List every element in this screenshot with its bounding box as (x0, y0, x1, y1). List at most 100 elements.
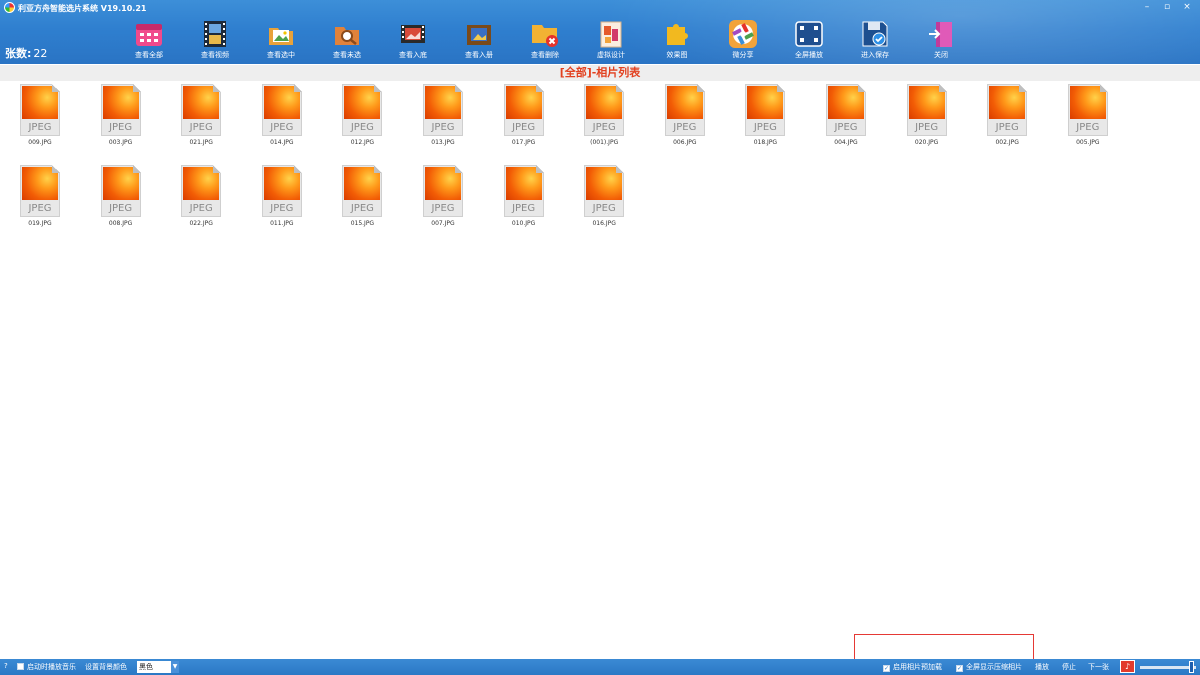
photo-filename: 018.JPG (753, 139, 778, 146)
exit-door-icon (929, 22, 952, 47)
photo-filename: 010.JPG (511, 220, 536, 227)
photo-thumbnail[interactable]: JPEG 012.JPG (322, 84, 402, 154)
photo-count: 张数: 22 (5, 45, 47, 61)
photo-thumbnail[interactable]: JPEG 020.JPG (887, 84, 967, 154)
close-window-button[interactable]: × (1182, 2, 1192, 12)
app-logo-icon (4, 2, 15, 13)
photo-thumbnail[interactable]: JPEG 005.JPG (1048, 84, 1128, 154)
file-type-label: JPEG (109, 122, 133, 133)
micro-share-label: 微分享 (732, 51, 754, 59)
photo-filename: 011.JPG (270, 220, 294, 227)
jpeg-file-icon: JPEG (664, 84, 705, 136)
photo-thumbnail[interactable]: JPEG 006.JPG (645, 84, 725, 154)
folder-delete-icon (532, 25, 558, 47)
restore-button[interactable]: ▫ (1162, 2, 1172, 12)
photo-thumbnail[interactable]: JPEG 016.JPG (564, 165, 644, 235)
close-button[interactable]: 关闭 (909, 16, 973, 62)
search-folder-icon (335, 27, 359, 45)
save-button[interactable]: 进入保存 (843, 16, 907, 62)
view-unselected-label: 查看未选 (333, 51, 361, 59)
view-base-label: 查看入底 (399, 51, 427, 59)
view-album-button[interactable]: 查看入册 (447, 16, 511, 62)
photo-thumbnail[interactable]: JPEG 017.JPG (484, 84, 564, 154)
page-fold (52, 84, 60, 92)
page-fold (535, 165, 544, 173)
photo-thumbnail[interactable]: JPEG 010.JPG (484, 165, 564, 235)
photo-thumbnail[interactable]: JPEG 013.JPG (403, 84, 483, 154)
help-icon[interactable]: ? (4, 662, 8, 670)
film-frame-icon (401, 25, 425, 43)
app-window: 利亚方舟智能选片系统 V19.10.21 – ▫ × 张数: 22 查看全部 查… (0, 0, 1200, 675)
zoom-slider-thumb[interactable] (1189, 661, 1194, 673)
page-fold (616, 84, 625, 92)
page-fold (1099, 84, 1108, 92)
effect-view-button[interactable]: 效果图 (645, 16, 709, 62)
file-type-label: JPEG (189, 122, 213, 133)
jpeg-file-icon: JPEG (906, 84, 947, 136)
jpeg-file-icon: JPEG (584, 84, 625, 136)
page-fold (293, 84, 302, 92)
header: 利亚方舟智能选片系统 V19.10.21 – ▫ × 张数: 22 查看全部 查… (0, 0, 1200, 64)
photo-thumbnail[interactable]: JPEG 022.JPG (161, 165, 241, 235)
file-type-label: JPEG (995, 122, 1019, 133)
view-video-label: 查看视频 (201, 51, 229, 59)
view-selected-button[interactable]: 查看选中 (249, 16, 313, 62)
play-button[interactable]: 播放 (1035, 662, 1049, 672)
photo-thumbnail[interactable]: JPEG 007.JPG (403, 165, 483, 235)
jpeg-file-icon: JPEG (584, 165, 625, 217)
file-type-label: JPEG (189, 203, 213, 214)
file-type-label: JPEG (28, 122, 52, 133)
micro-share-button[interactable]: 微分享 (711, 16, 775, 62)
page-fold (293, 165, 302, 173)
fullscreen-compress-label: 全屏显示压缩相片 (966, 663, 1022, 671)
photo-thumbnail[interactable]: JPEG 002.JPG (967, 84, 1047, 154)
photo-filename: 021.JPG (189, 139, 213, 146)
view-all-button[interactable]: 查看全部 (117, 16, 181, 62)
photo-thumbnail[interactable]: JPEG 011.JPG (242, 165, 322, 235)
photo-filename: 020.JPG (914, 139, 939, 146)
virtual-design-button[interactable]: 虚拟设计 (579, 16, 643, 62)
page-fold (132, 84, 141, 92)
photo-filename: 002.JPG (995, 139, 1019, 146)
album-icon (467, 25, 491, 45)
view-base-button[interactable]: 查看入底 (381, 16, 445, 62)
fullscreen-compress-checkbox[interactable]: ✓ 全屏显示压缩相片 (956, 662, 1022, 672)
view-video-button[interactable]: 查看视频 (183, 16, 247, 62)
photo-grid: JPEG 009.JPG JPEG 003.JPG JPEG 021.JPG JPEG 014… (0, 84, 1200, 654)
zoom-slider-track[interactable] (1140, 666, 1196, 669)
bg-color-select[interactable]: 黑色 ▼ (137, 661, 179, 673)
view-deleted-button[interactable]: 查看删除 (513, 16, 577, 62)
jpeg-file-icon: JPEG (503, 84, 544, 136)
minimize-button[interactable]: – (1142, 2, 1152, 12)
photo-thumbnail[interactable]: JPEG 021.JPG (161, 84, 241, 154)
design-doc-icon (600, 21, 622, 48)
photo-thumbnail[interactable]: JPEG 008.JPG (81, 165, 161, 235)
sound-icon[interactable]: ♪ (1120, 660, 1135, 673)
jpeg-file-icon: JPEG (181, 84, 222, 136)
next-button[interactable]: 下一张 (1088, 662, 1109, 672)
photo-thumbnail[interactable]: JPEG 003.JPG (81, 84, 161, 154)
bg-color-label: 设置背景颜色 (85, 663, 127, 671)
photo-thumbnail[interactable]: JPEG 015.JPG (322, 165, 402, 235)
photo-thumbnail[interactable]: JPEG 004.JPG (806, 84, 886, 154)
jpeg-file-icon: JPEG (503, 165, 544, 217)
file-type-label: JPEG (1076, 122, 1100, 133)
preload-box: ✓ (883, 665, 890, 672)
photo-thumbnail[interactable]: JPEG 019.JPG (0, 165, 80, 235)
autoplay-music-checkbox[interactable]: 启动时播放音乐 (17, 662, 76, 672)
fullscreen-compress-box: ✓ (956, 665, 963, 672)
section-title: [全部]-相片列表 (0, 65, 1200, 81)
file-type-label: JPEG (915, 122, 939, 133)
view-unselected-button[interactable]: 查看未选 (315, 16, 379, 62)
fullscreen-play-button[interactable]: 全屏播放 (777, 16, 841, 62)
preload-checkbox[interactable]: ✓ 启用相片预加载 (883, 662, 942, 672)
stop-button[interactable]: 停止 (1062, 662, 1076, 672)
fullscreen-play-label: 全屏播放 (795, 51, 823, 59)
photo-thumbnail[interactable]: JPEG 014.JPG (242, 84, 322, 154)
calendar-grid-icon (136, 24, 162, 46)
photo-count-label: 张数: (5, 47, 32, 60)
photo-thumbnail[interactable]: JPEG 018.JPG (725, 84, 805, 154)
fullscreen-icon (795, 21, 823, 47)
photo-thumbnail[interactable]: JPEG 009.JPG (0, 84, 80, 154)
photo-thumbnail[interactable]: JPEG (001).JPG (564, 84, 644, 154)
